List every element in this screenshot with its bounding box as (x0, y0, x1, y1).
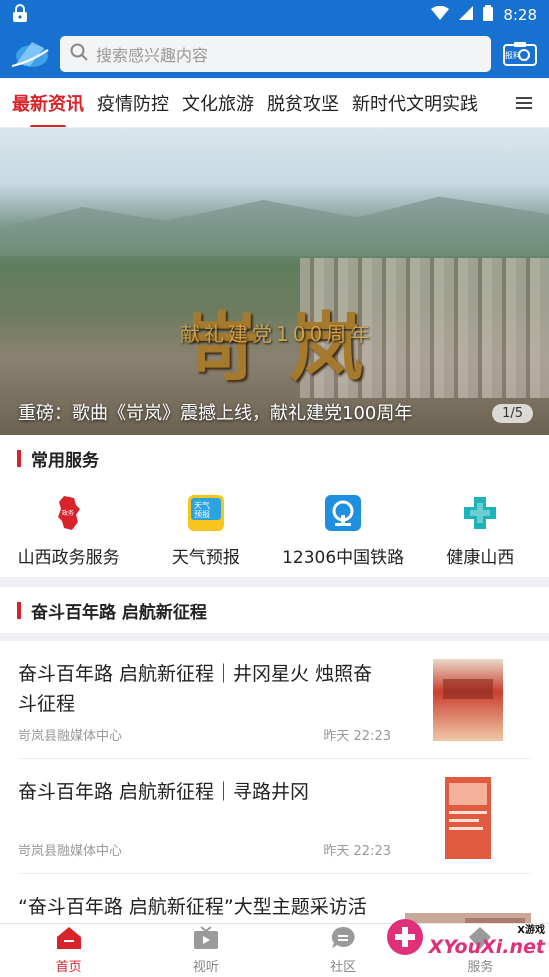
watermark: X游戏 XYouXi.net (385, 917, 545, 961)
banner-carousel[interactable]: 岢岚 献礼建党100周年 重磅：歌曲《岢岚》震撼上线，献礼建党100周年 1/5 (0, 128, 549, 435)
news-source: 岢岚县融媒体中心 (18, 729, 123, 744)
banner-mountains (0, 196, 549, 256)
service-health[interactable]: 健康山西 (412, 481, 549, 577)
app-logo[interactable] (10, 36, 50, 72)
svg-text:报料: 报料 (505, 50, 521, 60)
news-item[interactable]: 奋斗百年路 启航新征程｜寻路井冈 岢岚县融媒体中心 昨天 22:23 (18, 759, 531, 874)
feature-title-text: 奋斗百年路 启航新征程 (31, 602, 207, 623)
svg-text:天气: 天气 (194, 500, 210, 510)
news-source: 岢岚县融媒体中心 (18, 844, 123, 859)
service-weather[interactable]: 天气 预报 天气预报 (137, 481, 274, 577)
search-box[interactable]: 搜索感兴趣内容 (60, 36, 491, 72)
app-header: 搜索感兴趣内容 报料 (0, 30, 549, 78)
watermark-small: X游戏 (517, 924, 545, 936)
chat-icon (330, 926, 356, 954)
feature-title: 奋斗百年路 启航新征程 (0, 587, 549, 633)
railway-icon (325, 495, 362, 531)
section-bar (17, 601, 21, 619)
services-grid: 政务 山西政务服务 天气 预报 天气预报 12306中国铁路 健康山西 (0, 481, 549, 577)
weather-icon: 天气 预报 (187, 495, 224, 531)
section-divider (0, 577, 549, 587)
menu-icon[interactable] (509, 78, 539, 127)
tab-poverty[interactable]: 脱贫攻坚 (267, 90, 339, 116)
news-thumbnail (405, 777, 531, 859)
banner-caption: 重磅：歌曲《岢岚》震撼上线，献礼建党100周年 (18, 403, 413, 424)
service-label: 山西政务服务 (17, 548, 120, 568)
services-title: 常用服务 (0, 435, 549, 481)
services-title-text: 常用服务 (31, 450, 99, 471)
health-cross-icon (462, 495, 498, 531)
tabbar-home[interactable]: 首页 (0, 924, 137, 977)
section-bar (17, 449, 21, 467)
category-tabs: 最新资讯 疫情防控 文化旅游 脱贫攻坚 新时代文明实践 (0, 78, 549, 128)
watermark-text: XYouXi.net (428, 935, 545, 958)
search-icon (70, 43, 88, 65)
news-thumbnail (405, 659, 531, 741)
status-time: 8:28 (503, 6, 537, 24)
tabbar-label: 社区 (330, 960, 357, 975)
banner-subtitle: 献礼建党100周年 (180, 322, 375, 346)
tab-latest[interactable]: 最新资讯 (12, 90, 84, 127)
section-divider (0, 633, 549, 641)
search-placeholder: 搜索感兴趣内容 (96, 46, 209, 65)
service-label: 健康山西 (446, 548, 515, 568)
news-title: 奋斗百年路 启航新征程｜寻路井冈 (18, 781, 310, 803)
tabbar-media[interactable]: 视听 (137, 924, 274, 977)
svg-text:预报: 预报 (194, 509, 210, 519)
baoliao-camera-icon[interactable]: 报料 (501, 36, 539, 72)
status-bar: 8:28 (0, 0, 549, 30)
banner-pager: 1/5 (492, 404, 533, 423)
tab-civilization[interactable]: 新时代文明实践 (352, 90, 478, 116)
home-icon (56, 926, 82, 954)
service-label: 天气预报 (171, 548, 240, 568)
news-title: “奋斗百年路 启航新征程”大型主题采访活 (18, 896, 367, 918)
news-time: 昨天 22:23 (323, 729, 391, 744)
battery-icon (483, 5, 494, 25)
tab-culture-travel[interactable]: 文化旅游 (182, 90, 254, 116)
svg-text:政务: 政务 (62, 509, 74, 517)
service-railway[interactable]: 12306中国铁路 (275, 481, 412, 577)
tabbar-label: 首页 (55, 960, 82, 975)
service-label: 12306中国铁路 (282, 548, 405, 568)
tv-icon (193, 926, 219, 954)
gamepad-icon (385, 917, 425, 961)
shanxi-map-icon: 政务 (51, 495, 87, 531)
news-item[interactable]: 奋斗百年路 启航新征程｜井冈星火 烛照奋斗征程 岢岚县融媒体中心 昨天 22:23 (18, 641, 531, 759)
signal-icon (459, 6, 474, 24)
news-title: 奋斗百年路 启航新征程｜井冈星火 烛照奋斗征程 (18, 663, 373, 715)
service-shanxi-gov[interactable]: 政务 山西政务服务 (0, 481, 137, 577)
lock-icon (12, 4, 28, 26)
wifi-icon (431, 5, 450, 24)
news-time: 昨天 22:23 (323, 844, 391, 859)
tab-epidemic[interactable]: 疫情防控 (97, 90, 169, 116)
tabbar-label: 视听 (192, 960, 219, 975)
